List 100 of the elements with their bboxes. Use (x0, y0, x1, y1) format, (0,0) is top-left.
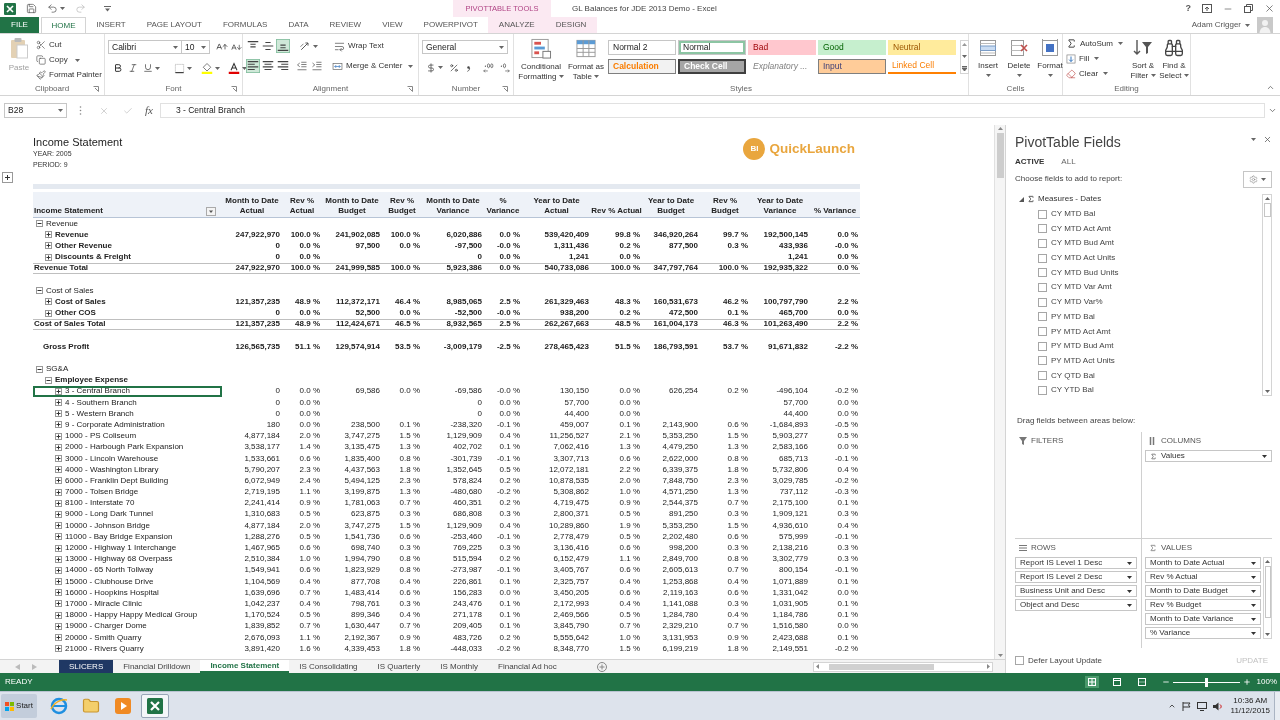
delete-button[interactable]: Delete (1005, 36, 1033, 82)
expand-icon[interactable] (45, 253, 52, 261)
scroll-down-icon[interactable] (1264, 390, 1270, 393)
clock-date[interactable]: 11/12/2015 (1230, 706, 1270, 716)
font-color-icon[interactable] (228, 62, 240, 74)
checkbox[interactable] (1038, 356, 1047, 366)
caret-icon[interactable] (438, 66, 443, 69)
field-label[interactable]: CY QTD Bal (1051, 371, 1095, 380)
expand-icon[interactable] (55, 499, 62, 507)
caret-icon[interactable] (1251, 603, 1256, 607)
normal-view-icon[interactable] (1084, 676, 1099, 688)
ribbon-tab[interactable]: FORMULAS (212, 17, 278, 33)
cell-style-option[interactable]: Input (818, 59, 886, 74)
collapse-icon[interactable] (1019, 196, 1024, 202)
bottom-align-icon[interactable] (276, 39, 290, 53)
undo-icon[interactable] (47, 3, 58, 14)
checkbox[interactable] (1038, 268, 1047, 278)
scroll-right-icon[interactable] (987, 664, 990, 669)
currency-icon[interactable] (426, 62, 436, 73)
checkbox[interactable] (1038, 341, 1047, 351)
align-left-icon[interactable] (246, 59, 260, 73)
expand-icon[interactable] (55, 634, 62, 642)
field-label[interactable]: PY MTD Act Units (1051, 356, 1115, 365)
caret-icon[interactable] (313, 44, 318, 48)
field-label[interactable]: PY MTD Bud Amt (1051, 342, 1114, 351)
caret-icon[interactable] (1047, 74, 1053, 77)
underline-icon[interactable] (143, 63, 153, 73)
scroll-up-icon[interactable] (962, 43, 967, 46)
close-icon[interactable] (1263, 135, 1272, 144)
ribbon-tab[interactable]: HOME (41, 17, 86, 33)
expand-icon[interactable] (55, 522, 62, 530)
checkbox[interactable] (1038, 371, 1047, 381)
scroll-up-icon[interactable] (997, 127, 1003, 130)
dialog-launcher-icon[interactable] (93, 85, 99, 92)
decrease-indent-icon[interactable] (296, 60, 308, 72)
zoom-reading[interactable]: 100% (1256, 678, 1277, 686)
caret-icon[interactable] (499, 45, 504, 49)
conditional-formatting-button[interactable]: Conditional Formatting (518, 36, 564, 82)
insert-function-label[interactable]: fx (145, 105, 153, 116)
filter-dropdown-icon[interactable] (206, 207, 216, 216)
collapse-ribbon-icon[interactable] (1266, 83, 1275, 92)
vertical-scrollbar[interactable] (994, 125, 1005, 659)
caret-icon[interactable] (1094, 57, 1100, 60)
sheet-tab[interactable]: Income Statement (200, 660, 290, 673)
increase-decimal-icon[interactable] (482, 62, 495, 73)
scroll-down-icon[interactable] (997, 654, 1003, 657)
expand-icon[interactable] (55, 488, 62, 496)
sheet-tab[interactable]: Financial Drilldown (113, 660, 201, 673)
caret-icon[interactable] (1127, 603, 1132, 607)
ribbon-tab[interactable]: POWERPIVOT (413, 17, 489, 33)
area-field[interactable]: Business Unit and Desc (1015, 585, 1137, 597)
caret-icon[interactable] (1261, 177, 1266, 181)
caret-icon[interactable] (60, 7, 65, 10)
field-label[interactable]: PY MTD Bal (1051, 312, 1095, 321)
delete-cells-icon[interactable] (1009, 38, 1029, 58)
field-label[interactable]: CY MTD Bud Units (1051, 268, 1119, 277)
caret-icon[interactable] (201, 45, 206, 49)
expand-formula-bar-icon[interactable] (1268, 106, 1277, 115)
caret-icon[interactable] (74, 58, 80, 62)
fill-color-icon[interactable] (201, 62, 213, 74)
field-label[interactable]: CY MTD Act Units (1051, 254, 1116, 263)
network-icon[interactable] (1196, 701, 1207, 711)
caret-icon[interactable] (155, 66, 160, 70)
ribbon-tab[interactable]: VIEW (371, 17, 414, 33)
area-field[interactable]: Rev % Budget (1145, 599, 1261, 611)
new-sheet-icon[interactable] (596, 661, 607, 672)
caret-icon[interactable] (1251, 561, 1256, 565)
sheet-tab[interactable]: IS Quarterly (367, 660, 431, 673)
horizontal-scrollbar[interactable] (813, 661, 993, 672)
format-painter-button[interactable]: Format Painter (36, 67, 102, 82)
ribbon-tab[interactable]: PAGE LAYOUT (136, 17, 213, 33)
more-options-icon[interactable] (79, 106, 82, 115)
selected-cell[interactable]: 3 - Central Branch (33, 385, 222, 397)
shrink-font-icon[interactable] (231, 41, 242, 53)
checkbox[interactable] (1015, 656, 1024, 665)
insert-cells-icon[interactable] (978, 38, 998, 58)
cell-style-option[interactable]: Good (818, 40, 886, 55)
caret-icon[interactable] (408, 64, 414, 68)
user-name[interactable]: Adam Crigger (1191, 21, 1241, 29)
collapse-icon[interactable] (45, 376, 52, 384)
ribbon-tab[interactable]: DESIGN (545, 17, 597, 33)
cell-style-option[interactable]: Neutral (888, 40, 956, 55)
caret-icon[interactable] (1251, 631, 1256, 635)
zoom-in-icon[interactable] (1242, 678, 1251, 686)
caret-icon[interactable] (173, 45, 178, 49)
outline-expand-icon[interactable] (2, 172, 13, 183)
scroll-up-icon[interactable] (1265, 560, 1270, 563)
caret-icon[interactable] (1127, 589, 1132, 593)
caret-icon[interactable] (1251, 617, 1256, 621)
insert-button[interactable]: Insert (974, 36, 1002, 82)
save-icon[interactable] (26, 3, 37, 14)
align-center-icon[interactable] (261, 59, 275, 73)
percent-icon[interactable] (449, 62, 459, 73)
expand-icon[interactable] (55, 533, 62, 541)
sheet-tab[interactable]: SLICERS (59, 660, 114, 673)
caret-icon[interactable] (58, 109, 63, 112)
pane-tab[interactable]: ACTIVE (1015, 158, 1045, 166)
checkbox[interactable] (1038, 297, 1047, 307)
cell-style-option[interactable]: Normal 2 (608, 40, 676, 55)
area-field[interactable]: Values (1145, 450, 1272, 462)
